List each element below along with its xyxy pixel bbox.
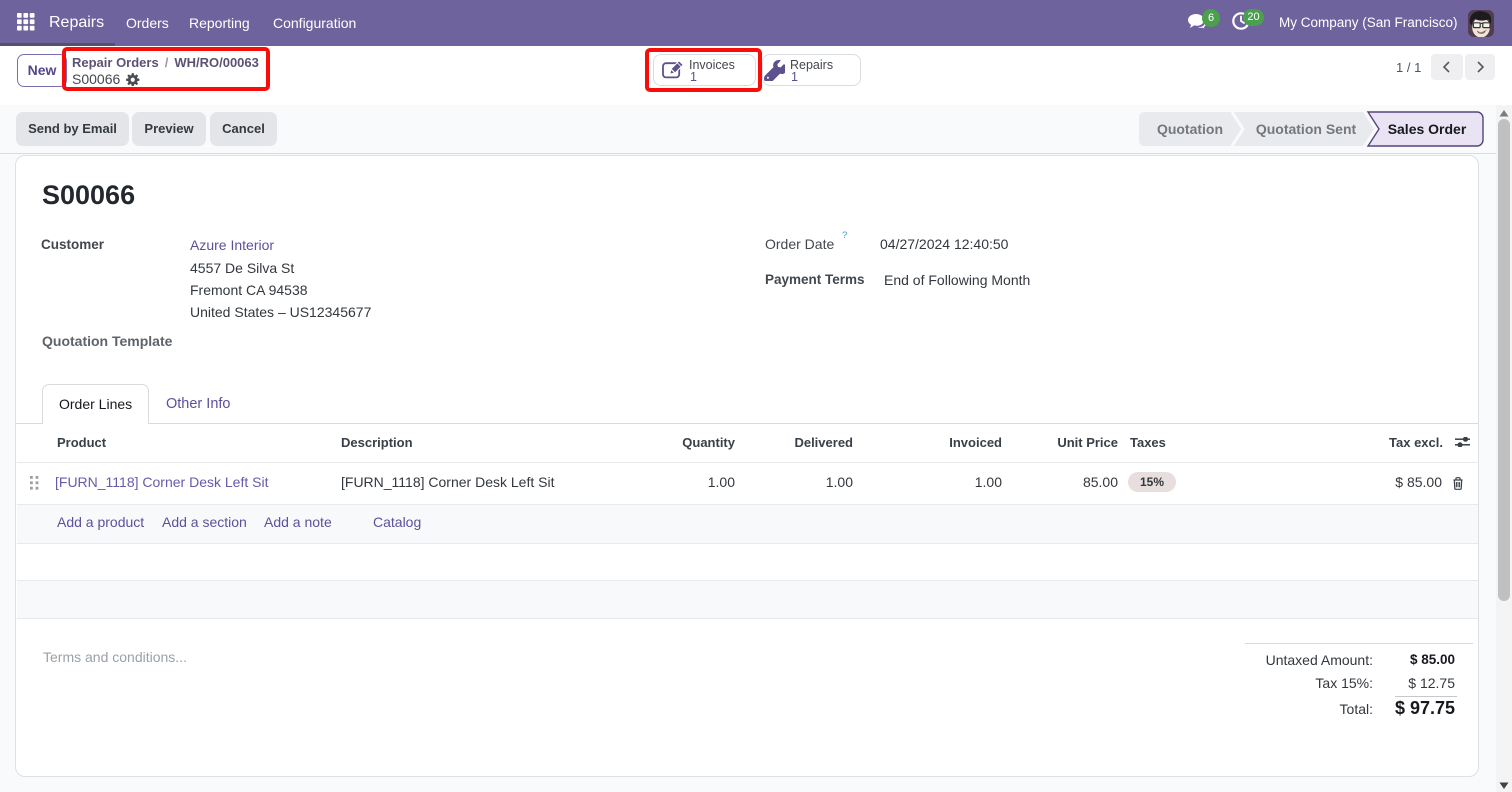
svg-text:Quotation: Quotation bbox=[1157, 121, 1223, 137]
svg-text:Quotation Sent: Quotation Sent bbox=[1256, 121, 1357, 137]
svg-text:Sales Order: Sales Order bbox=[1388, 121, 1467, 137]
